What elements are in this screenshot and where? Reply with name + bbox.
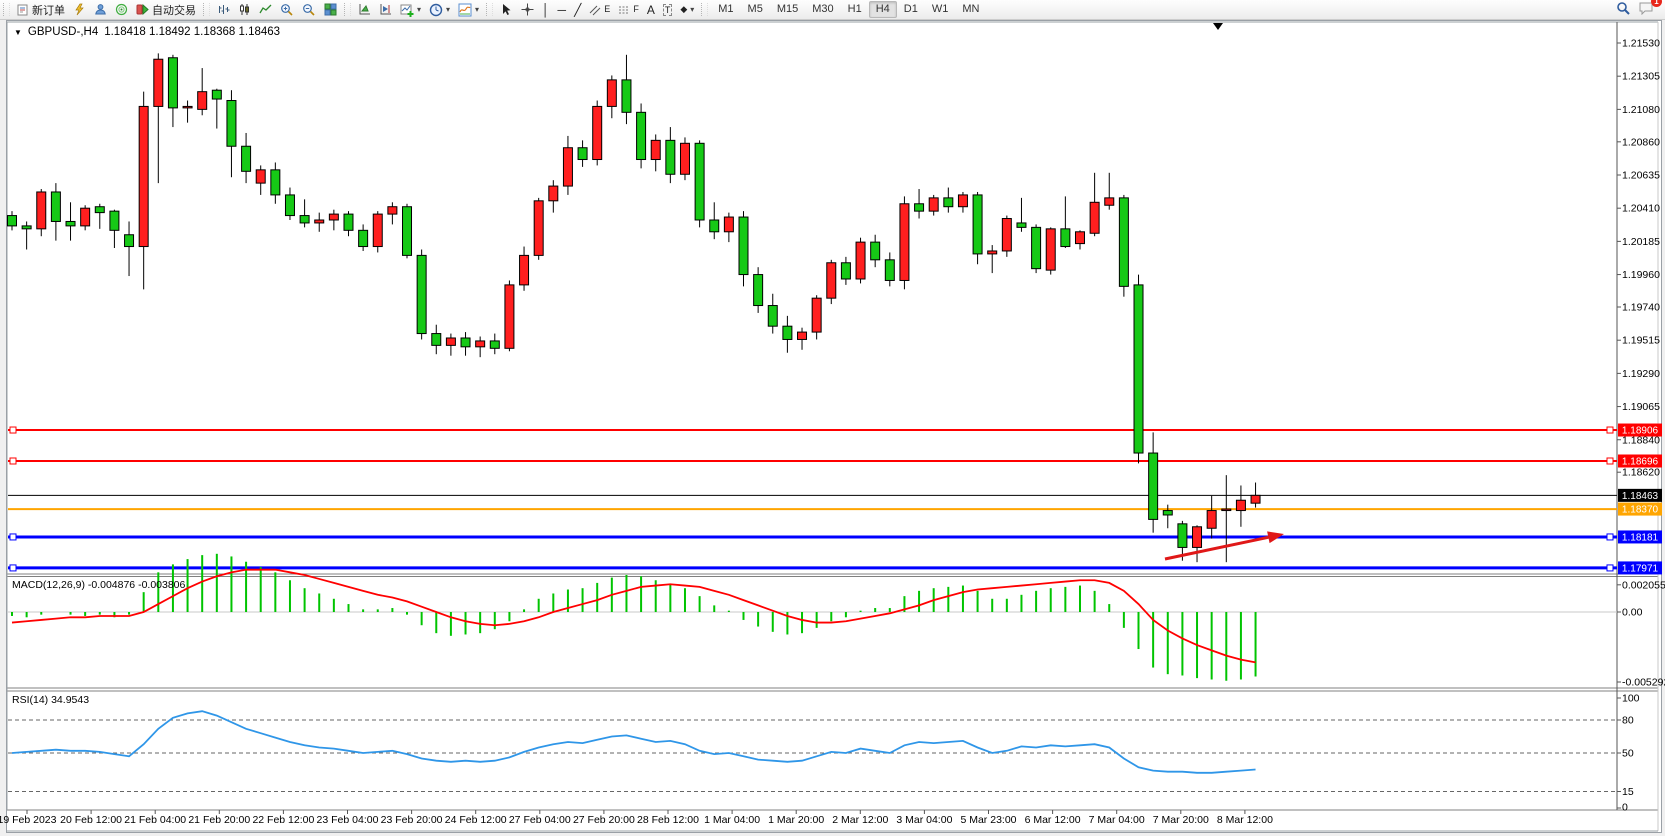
clock-icon xyxy=(429,3,443,17)
metatrader-app: 新订单 自动交易 xyxy=(0,0,1665,836)
timeframe-button-H4[interactable]: H4 xyxy=(869,1,897,18)
chevron-down-icon: ▾ xyxy=(446,6,450,14)
step-forward-icon xyxy=(379,3,392,16)
timeframe-button-M30[interactable]: M30 xyxy=(805,1,840,18)
text-label-tool-button[interactable]: T xyxy=(659,1,677,18)
indicators-dropdown-button[interactable]: ▾ xyxy=(454,1,483,18)
triangle-down-icon: ▼ xyxy=(14,28,22,37)
auto-trading-button[interactable]: 自动交易 xyxy=(132,1,200,18)
equidistant-channel-tool-button[interactable]: E xyxy=(585,1,614,18)
crosshair-icon xyxy=(521,3,534,16)
vertical-line-tool-button[interactable]: │ xyxy=(538,1,554,18)
timeframe-button-M1[interactable]: M1 xyxy=(711,1,740,18)
timeframes-dropdown-button[interactable]: ▾ xyxy=(425,1,454,18)
vertical-line-icon: │ xyxy=(542,4,550,16)
cursor-tool-button[interactable] xyxy=(496,1,517,18)
notification-badge: 1 xyxy=(1651,0,1662,7)
fibonacci-glyph: F xyxy=(633,5,639,14)
new-chart-button[interactable]: ▾ xyxy=(396,1,425,18)
zoom-in-icon xyxy=(280,3,294,17)
profile-button[interactable] xyxy=(90,1,111,18)
text-tool-button[interactable]: A xyxy=(643,1,659,18)
signal-icon xyxy=(115,3,128,16)
auto-trading-label: 自动交易 xyxy=(152,2,196,18)
line-chart-icon xyxy=(259,3,272,16)
zoom-in-button[interactable] xyxy=(276,1,298,18)
timeframe-button-H1[interactable]: H1 xyxy=(841,1,869,18)
cursor-icon xyxy=(500,3,513,16)
channel-glyph: E xyxy=(604,5,610,14)
chart-title: ▼ GBPUSD-,H4 1.18418 1.18492 1.18368 1.1… xyxy=(14,26,280,38)
symbol-title: GBPUSD-,H4 xyxy=(28,26,98,38)
horizontal-line-icon: ─ xyxy=(558,4,567,16)
fibonacci-icon xyxy=(618,4,630,16)
timeframe-button-M5[interactable]: M5 xyxy=(741,1,770,18)
charts-flash-button[interactable] xyxy=(69,1,90,18)
arrange-windows-icon xyxy=(358,3,371,16)
trendline-tool-button[interactable]: ╱ xyxy=(570,1,585,18)
toolbar-grip xyxy=(701,3,708,16)
line-chart-button[interactable] xyxy=(255,1,276,18)
indicators-icon xyxy=(458,3,472,17)
ohlc-values: 1.18418 1.18492 1.18368 1.18463 xyxy=(104,26,280,38)
new-order-label: 新订单 xyxy=(32,2,65,18)
timeframe-toolbar: M1M5M15M30H1H4D1W1MN xyxy=(711,1,986,18)
toolbar-grip xyxy=(486,3,493,16)
signal-button[interactable] xyxy=(111,1,132,18)
horizontal-line-tool-button[interactable]: ─ xyxy=(554,1,571,18)
channel-icon xyxy=(589,4,601,16)
chevron-down-icon: ▾ xyxy=(475,6,479,14)
new-order-button[interactable]: 新订单 xyxy=(13,1,69,18)
toolbar-grip xyxy=(3,3,10,16)
bar-chart-icon xyxy=(217,3,230,16)
toolbar-right: 1 xyxy=(1616,1,1665,19)
timeframe-button-D1[interactable]: D1 xyxy=(897,1,925,18)
bar-chart-button[interactable] xyxy=(213,1,234,18)
rsi-indicator-label: RSI(14) 34.9543 xyxy=(12,694,89,706)
toolbar-grip xyxy=(203,3,210,16)
step-forward-button[interactable] xyxy=(375,1,396,18)
chevron-down-icon: ▾ xyxy=(417,6,421,14)
chevron-down-icon: ▾ xyxy=(690,6,694,14)
text-label-icon: T xyxy=(663,4,673,16)
timeframe-button-W1[interactable]: W1 xyxy=(925,1,956,18)
main-toolbar: 新订单 自动交易 xyxy=(0,0,1665,20)
zoom-out-icon xyxy=(302,3,316,17)
notifications-button[interactable]: 1 xyxy=(1639,1,1655,18)
search-icon[interactable] xyxy=(1616,1,1631,19)
new-order-icon xyxy=(17,4,29,16)
chart-window[interactable] xyxy=(6,20,1662,833)
toolbar-grip xyxy=(344,3,351,16)
zoom-out-button[interactable] xyxy=(298,1,320,18)
crosshair-tool-button[interactable] xyxy=(517,1,538,18)
arrows-tool-icon: ◆ xyxy=(680,5,687,14)
tile-windows-button[interactable] xyxy=(320,1,341,18)
auto-trading-icon xyxy=(136,3,149,16)
candle-chart-icon xyxy=(238,3,251,16)
timeframe-button-MN[interactable]: MN xyxy=(955,1,986,18)
flash-icon xyxy=(73,3,86,16)
text-tool-icon: A xyxy=(647,4,655,16)
person-icon xyxy=(94,3,107,16)
candle-chart-button[interactable] xyxy=(234,1,255,18)
new-chart-icon xyxy=(400,3,414,17)
fibonacci-tool-button[interactable]: F xyxy=(614,1,643,18)
arrange-windows-button[interactable] xyxy=(354,1,375,18)
timeframe-button-M15[interactable]: M15 xyxy=(770,1,805,18)
arrows-tool-button[interactable]: ◆ ▾ xyxy=(676,1,698,18)
tile-windows-icon xyxy=(324,3,337,16)
trendline-icon: ╱ xyxy=(574,4,581,16)
macd-indicator-label: MACD(12,26,9) -0.004876 -0.003806 xyxy=(12,579,185,591)
